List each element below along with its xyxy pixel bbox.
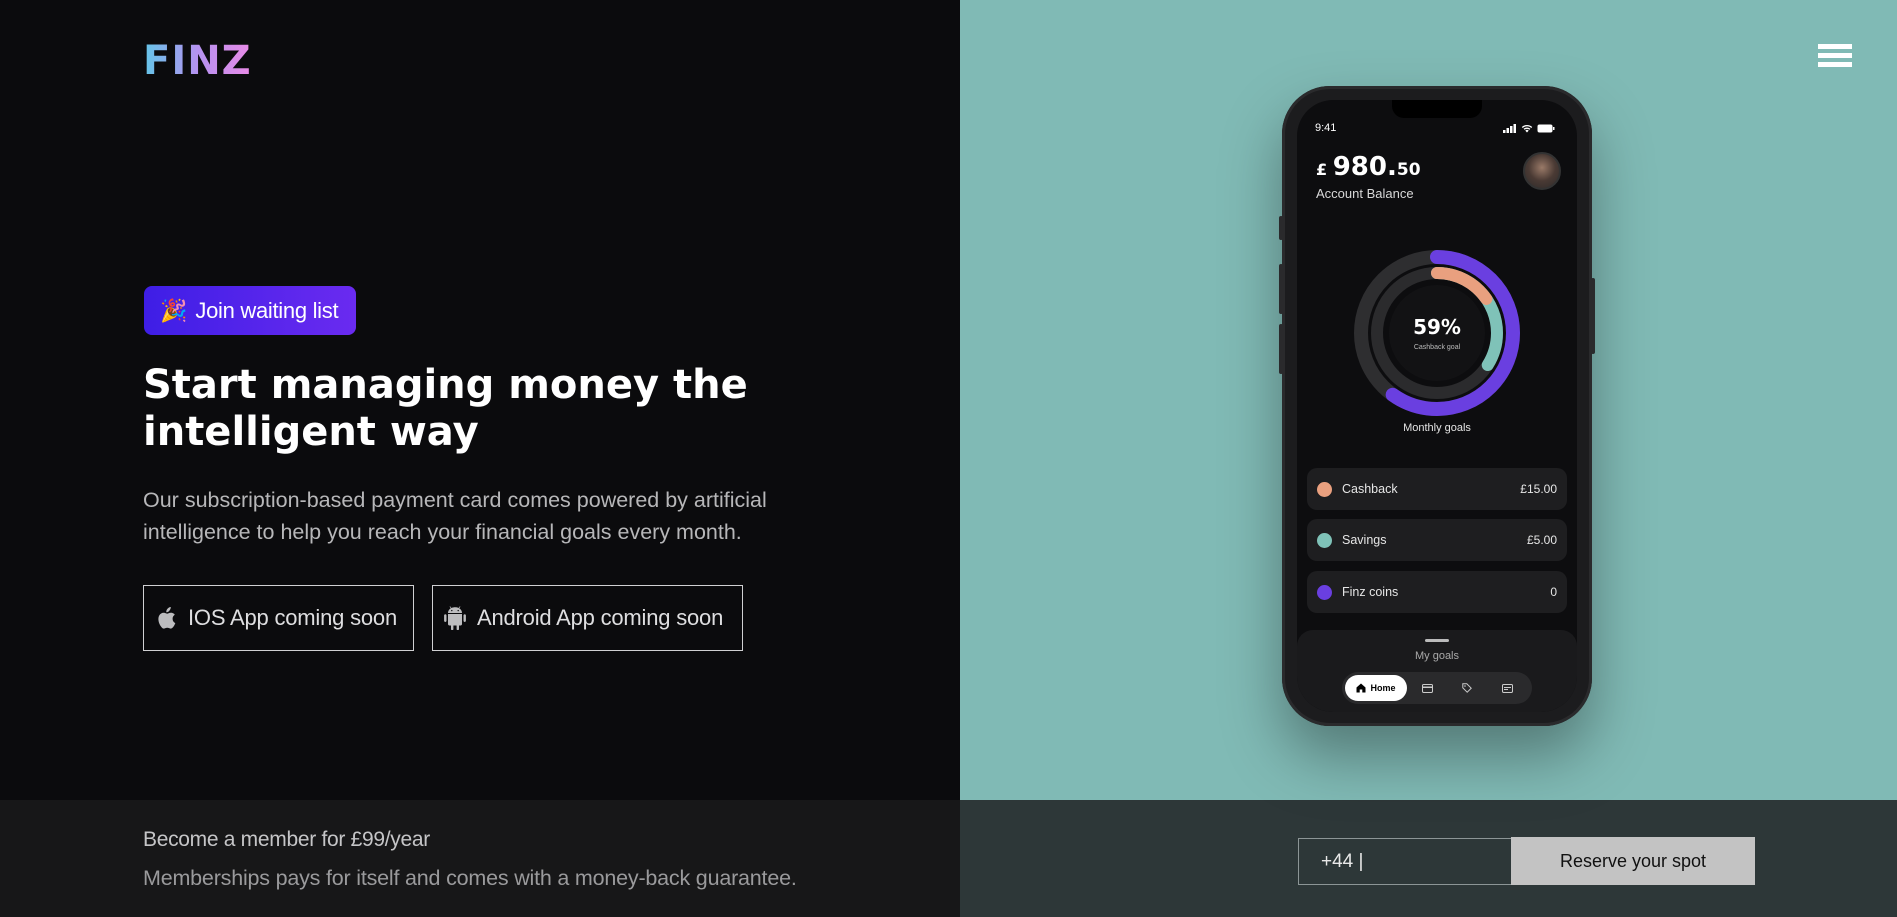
membership-strip xyxy=(0,800,960,917)
phone-mockup: 9:41 £ 980.50 Account Balance 59% Cashba… xyxy=(1279,86,1595,726)
apple-icon xyxy=(154,606,178,630)
hamburger-menu-icon[interactable] xyxy=(1818,44,1854,72)
goal-name: Savings xyxy=(1342,533,1387,547)
goal-row-cashback[interactable]: Cashback £15.00 xyxy=(1307,468,1567,510)
status-icons xyxy=(1503,124,1555,133)
membership-title: Become a member for £99/year xyxy=(143,828,430,851)
sheet-handle[interactable] xyxy=(1425,639,1449,642)
ios-app-button[interactable]: IOS App coming soon xyxy=(143,585,414,651)
membership-subtitle: Memberships pays for itself and comes wi… xyxy=(143,866,797,890)
goal-amount: £15.00 xyxy=(1520,482,1557,496)
my-goals-title: My goals xyxy=(1414,650,1460,662)
cashback-dot xyxy=(1317,481,1332,497)
savings-dot xyxy=(1317,532,1332,548)
phone-side-button xyxy=(1591,278,1595,354)
android-app-label: Android App coming soon xyxy=(477,605,724,630)
party-popper-icon: 🎉 xyxy=(160,297,188,323)
tab-home[interactable]: Home xyxy=(1345,675,1407,701)
monthly-goals-donut: 59% Cashback goal xyxy=(1354,250,1520,416)
donut-subtitle: Cashback goal xyxy=(1414,344,1461,351)
finz-coins-dot xyxy=(1317,584,1332,600)
join-waitlist-label: Join waiting list xyxy=(195,297,339,323)
battery-icon xyxy=(1537,124,1555,133)
monthly-goals-caption: Monthly goals xyxy=(1403,422,1471,434)
wallet-icon xyxy=(1501,683,1513,693)
reserve-spot-button[interactable]: Reserve your spot xyxy=(1511,837,1755,885)
goal-name: Finz coins xyxy=(1342,585,1399,599)
goal-amount: 0 xyxy=(1550,585,1557,599)
tag-icon xyxy=(1462,683,1472,693)
goal-amount: £5.00 xyxy=(1526,533,1557,547)
android-app-button[interactable]: Android App coming soon xyxy=(432,585,743,651)
join-waitlist-button[interactable]: 🎉 Join waiting list xyxy=(144,286,356,335)
goal-name: Cashback xyxy=(1342,482,1398,496)
phone-number-input[interactable]: +44 | xyxy=(1298,838,1512,885)
signal-icon xyxy=(1503,124,1516,133)
ios-app-label: IOS App coming soon xyxy=(188,605,397,630)
hero-title: Start managing money the intelligent way xyxy=(143,362,748,455)
finz-logo[interactable]: FINZ xyxy=(143,38,252,84)
phone-tab-bar: Home xyxy=(1342,672,1532,704)
avatar[interactable] xyxy=(1523,152,1561,190)
account-balance-value: £ 980.50 xyxy=(1316,152,1421,182)
account-balance-label: Account Balance xyxy=(1316,186,1414,201)
phone-side-button xyxy=(1279,216,1283,240)
phone-side-button xyxy=(1279,264,1283,314)
donut-percent: 59% xyxy=(1413,315,1461,339)
goal-row-savings[interactable]: Savings £5.00 xyxy=(1307,519,1567,561)
android-icon xyxy=(443,606,467,630)
tab-wallet[interactable] xyxy=(1487,675,1527,701)
tab-home-label: Home xyxy=(1370,683,1396,693)
phone-screen: 9:41 £ 980.50 Account Balance 59% Cashba… xyxy=(1297,100,1577,712)
hero-subtitle: Our subscription-based payment card come… xyxy=(143,488,767,544)
tab-tag[interactable] xyxy=(1447,675,1487,701)
tab-card[interactable] xyxy=(1407,675,1447,701)
wifi-icon xyxy=(1521,124,1533,133)
card-icon xyxy=(1421,683,1433,693)
phone-side-button xyxy=(1279,324,1283,374)
my-goals-sheet[interactable]: My goals Home xyxy=(1297,630,1577,712)
status-time: 9:41 xyxy=(1315,122,1337,134)
home-icon xyxy=(1356,683,1366,693)
goal-row-finz-coins[interactable]: Finz coins 0 xyxy=(1307,571,1567,613)
phone-notch xyxy=(1392,100,1482,118)
